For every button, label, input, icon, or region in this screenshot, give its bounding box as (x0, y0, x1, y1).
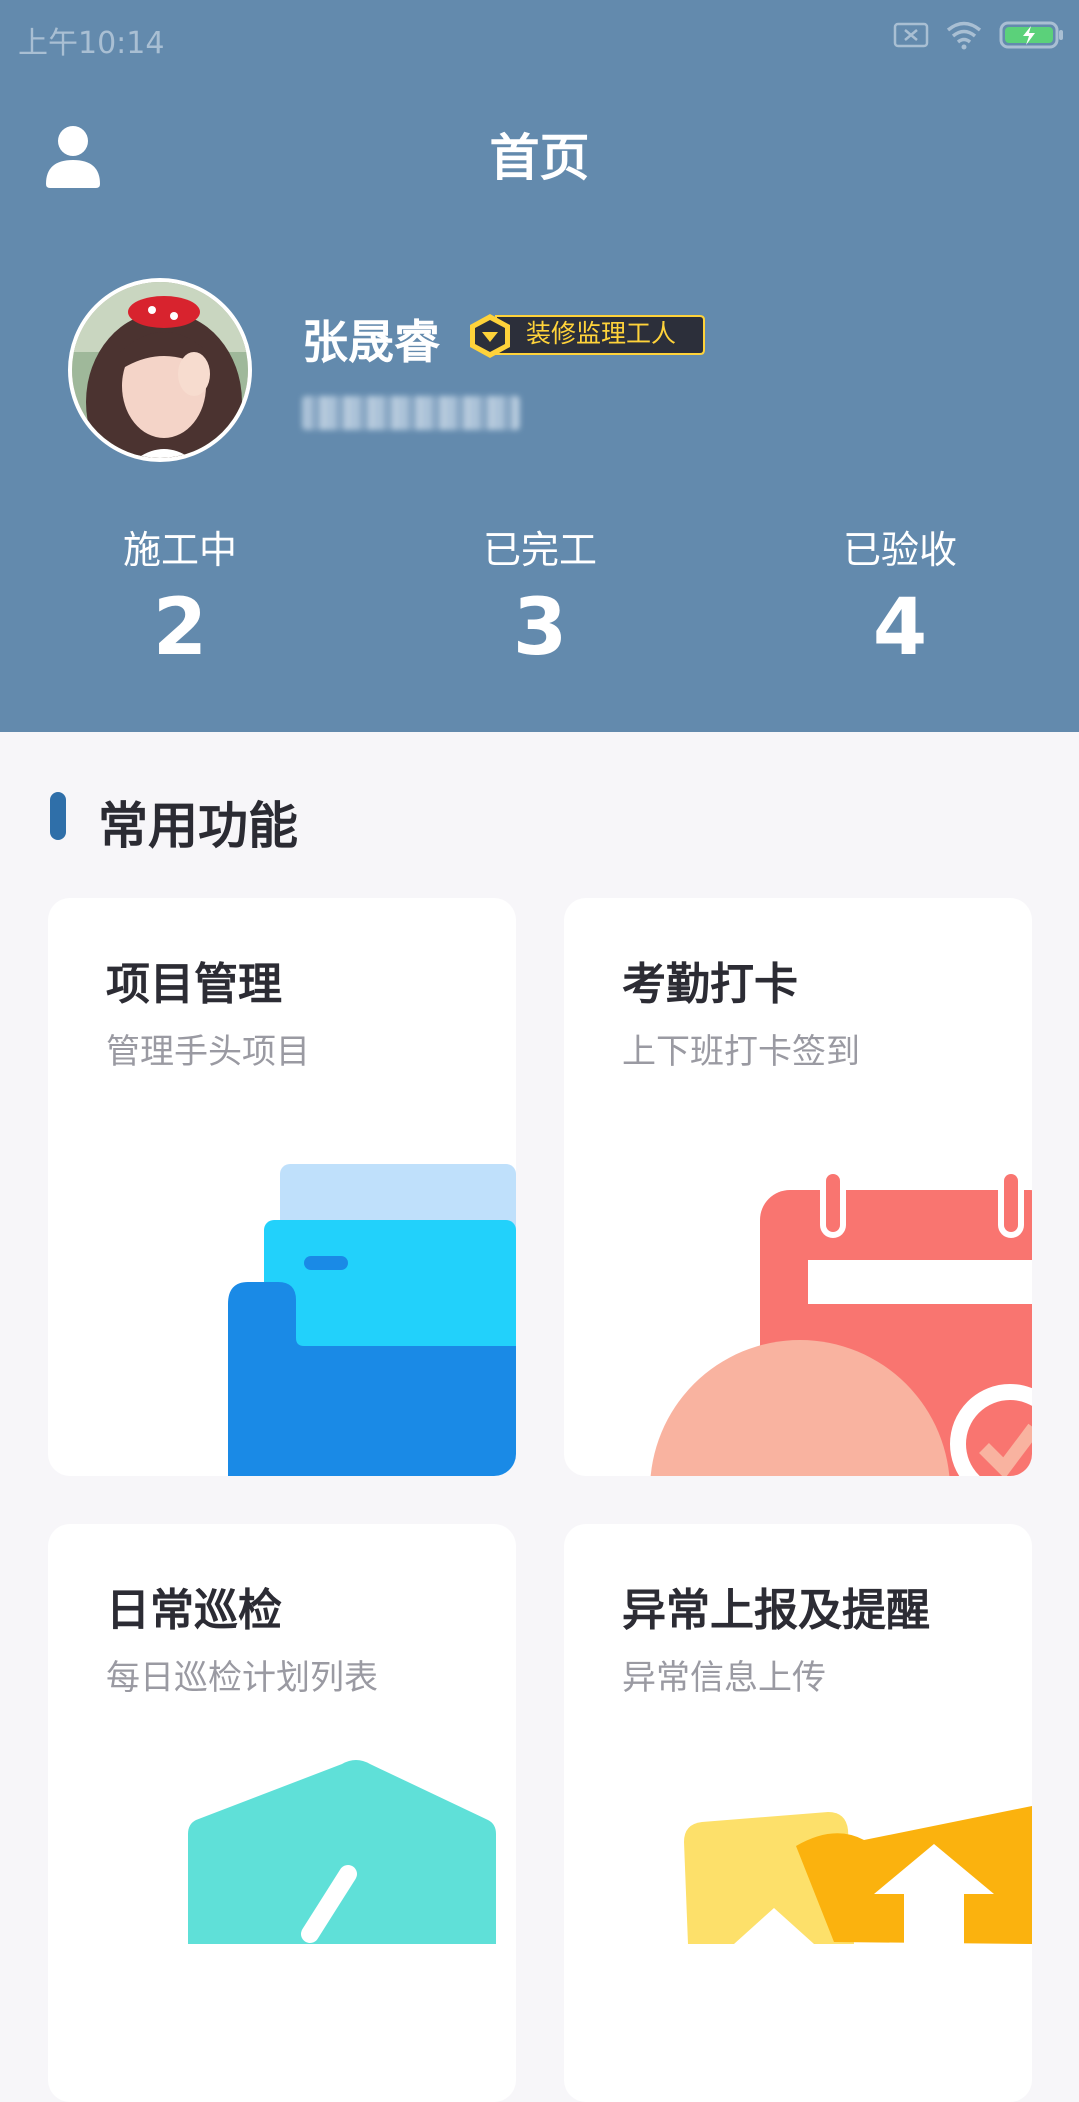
feature-subtitle: 异常信息上传 (622, 1658, 826, 1698)
user-name: 张晟睿 (302, 315, 440, 369)
feature-subtitle: 每日巡检计划列表 (106, 1658, 378, 1698)
section-title: 常用功能 (98, 797, 298, 855)
stat-value: 4 (872, 583, 928, 673)
feature-card-attendance[interactable]: 考勤打卡 上下班打卡签到 (564, 898, 1032, 1476)
stat-completed[interactable]: 已完工 3 (420, 526, 660, 676)
feature-card-daily-inspection[interactable]: 日常巡检 每日巡检计划列表 (48, 1524, 516, 2102)
role-label: 装修监理工人 (526, 319, 677, 348)
feature-card-project-management[interactable]: 项目管理 管理手头项目 (48, 898, 516, 1476)
role-badge: 装修监理工人 (468, 314, 706, 358)
status-icons (893, 20, 1065, 50)
section-accent-bar (50, 792, 66, 840)
feature-title: 日常巡检 (106, 1585, 282, 1636)
page-title: 首页 (489, 129, 590, 187)
feature-subtitle: 管理手头项目 (106, 1032, 310, 1072)
battery-charging-icon (999, 21, 1063, 49)
feature-card-exception-report[interactable]: 异常上报及提醒 异常信息上传 (564, 1524, 1032, 2102)
status-time: 上午10:14 (18, 26, 165, 61)
phone-number-masked (302, 396, 520, 430)
sim-no-signal-icon (893, 22, 929, 48)
stat-accepted[interactable]: 已验收 4 (780, 526, 1020, 676)
wifi-icon (946, 21, 982, 50)
avatar-photo (72, 282, 248, 458)
profile-header: 上午10:14 首页 张晟睿 装修监理工人 施工中 2 已完工 3 已验收 4 (0, 0, 1079, 732)
feature-title: 异常上报及提醒 (622, 1585, 930, 1636)
stat-value: 3 (512, 583, 568, 673)
stat-label: 已完工 (482, 528, 597, 572)
feature-title: 项目管理 (106, 959, 282, 1010)
feature-subtitle: 上下班打卡签到 (622, 1032, 860, 1072)
stat-in-progress[interactable]: 施工中 2 (60, 526, 300, 676)
feature-title: 考勤打卡 (622, 959, 798, 1010)
stat-value: 2 (152, 583, 208, 673)
stat-label: 已验收 (842, 528, 957, 572)
status-bar: 上午10:14 (0, 0, 1079, 76)
avatar[interactable] (68, 278, 252, 462)
stat-label: 施工中 (122, 528, 237, 572)
